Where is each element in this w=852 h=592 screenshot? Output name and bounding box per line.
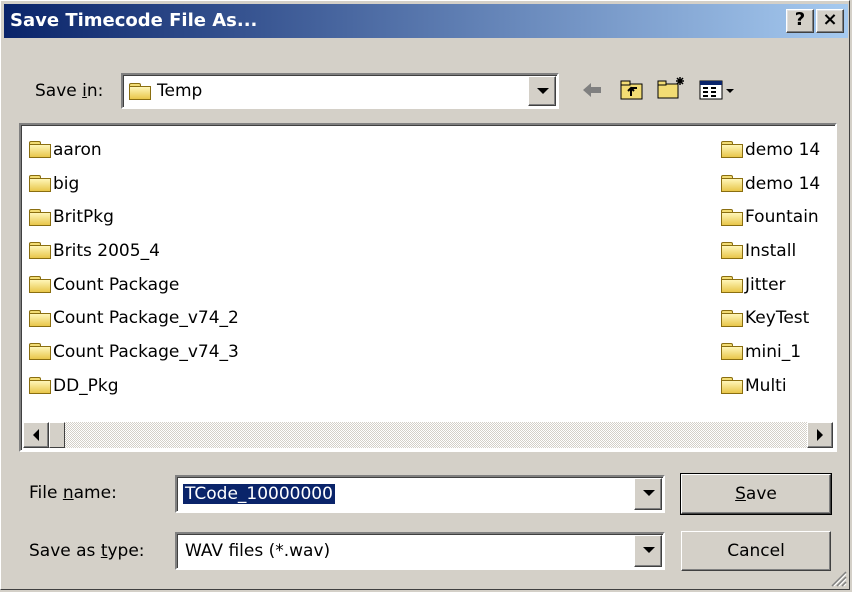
save-as-type-dropdown[interactable]: WAV files (*.wav) [175,532,665,570]
list-item[interactable]: Count Package_v74_3 [29,335,239,369]
folder-icon [721,276,743,294]
file-name-value[interactable]: TCode_10000000 [183,484,335,504]
save-in-value: Temp [157,81,203,101]
list-item[interactable]: Fountain [721,200,820,234]
folder-icon [721,242,743,260]
list-item[interactable]: big [29,167,239,201]
list-item[interactable]: mini_1 [721,335,820,369]
file-name-dropdown-button[interactable] [634,478,662,510]
cancel-button[interactable]: Cancel [681,531,831,571]
list-item[interactable]: DD_Pkg [29,369,239,403]
folder-icon [721,343,743,361]
up-folder-icon[interactable] [619,78,645,102]
save-in-dropdown[interactable]: Temp [121,73,559,109]
folder-icon [29,343,51,361]
folder-icon [29,242,51,260]
list-item[interactable]: Count Package_v74_2 [29,301,239,335]
views-menu-icon[interactable] [698,78,738,102]
folder-icon [29,276,51,294]
horizontal-scrollbar[interactable] [23,422,833,448]
scroll-right-button[interactable] [807,422,833,448]
file-list[interactable]: aaron big BritPkg Brits 2005_4 Count Pac… [19,123,837,452]
file-list-left-column: aaron big BritPkg Brits 2005_4 Count Pac… [29,133,239,403]
folder-icon [721,208,743,226]
folder-icon [29,141,51,159]
folder-icon [129,82,151,100]
folder-icon [721,309,743,327]
list-item[interactable]: BritPkg [29,200,239,234]
scroll-left-button[interactable] [23,422,49,448]
save-in-label: Save in: [35,81,104,101]
scroll-thumb[interactable] [49,422,65,448]
file-name-label: File name: [29,483,117,503]
scroll-right-icon [817,429,823,441]
list-item[interactable]: demo 14 [721,167,820,201]
folder-icon [29,208,51,226]
close-button[interactable]: × [816,9,844,33]
save-as-type-dropdown-button[interactable] [634,535,662,567]
folder-icon [721,141,743,159]
save-in-dropdown-button[interactable] [528,76,556,106]
file-name-input[interactable]: TCode_10000000 [175,475,665,513]
scroll-left-icon [33,429,39,441]
help-button[interactable]: ? [786,9,814,33]
save-button[interactable]: Save [680,473,832,515]
save-as-type-value: WAV files (*.wav) [185,541,331,561]
back-arrow-icon[interactable] [579,78,605,102]
save-as-type-label: Save as type: [29,541,145,561]
size-grip-icon[interactable] [829,569,847,587]
list-item[interactable]: demo 14 [721,133,820,167]
list-item[interactable]: aaron [29,133,239,167]
title-bar[interactable]: Save Timecode File As... ? × [4,4,848,38]
list-item[interactable]: Count Package [29,268,239,302]
list-item[interactable]: Jitter [721,268,820,302]
folder-icon [29,175,51,193]
file-list-right-column: demo 14 demo 14 Fountain Install Jitter … [721,133,820,403]
folder-icon [29,377,51,395]
list-item[interactable]: Install [721,234,820,268]
folder-icon [29,309,51,327]
save-dialog: Save Timecode File As... ? × Save in: Te… [0,0,850,590]
folder-icon [721,377,743,395]
folder-icon [721,175,743,193]
list-item[interactable]: KeyTest [721,301,820,335]
new-folder-icon[interactable] [656,75,686,101]
dialog-title: Save Timecode File As... [10,10,258,31]
list-item[interactable]: Brits 2005_4 [29,234,239,268]
list-item[interactable]: Multi [721,369,820,403]
